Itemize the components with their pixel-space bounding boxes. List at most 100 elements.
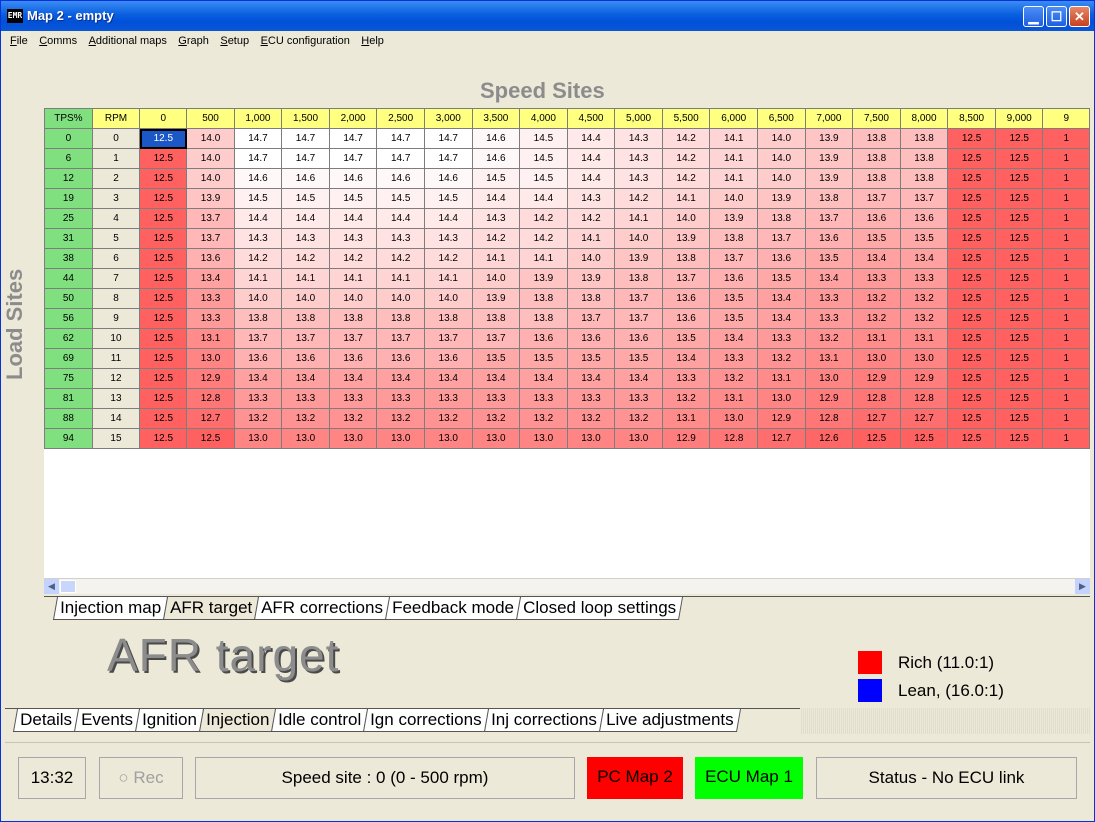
afr-cell[interactable]: 13.6 (233, 348, 283, 369)
main-tab-idle-control[interactable]: Idle control (270, 709, 369, 732)
afr-cell[interactable]: 14.0 (757, 168, 806, 189)
afr-cell[interactable]: 13.2 (471, 408, 521, 429)
afr-cell[interactable]: 12.5 (139, 288, 188, 309)
main-tab-ignition[interactable]: Ignition (134, 709, 204, 732)
afr-cell[interactable]: 13.2 (566, 408, 616, 429)
horizontal-scrollbar[interactable]: ◀ ▶ (44, 578, 1090, 594)
load-site-rpm[interactable]: 10 (91, 328, 141, 349)
afr-cell[interactable]: 14.4 (566, 168, 616, 189)
afr-cell[interactable]: 13.2 (757, 348, 806, 369)
afr-cell[interactable]: 12.5 (947, 408, 996, 429)
afr-cell[interactable]: 13.4 (757, 308, 806, 329)
afr-cell[interactable]: 13.8 (566, 288, 616, 309)
afr-cell[interactable]: 14.4 (281, 208, 330, 229)
afr-cell[interactable]: 14.2 (661, 148, 711, 169)
afr-cell[interactable]: 14.7 (328, 148, 378, 169)
afr-cell[interactable]: 14.2 (281, 248, 330, 269)
afr-cell[interactable]: 12.8 (804, 408, 854, 429)
afr-cell[interactable]: 13.8 (519, 308, 568, 329)
maximize-button[interactable]: ☐ (1046, 6, 1067, 27)
afr-cell[interactable]: 13.9 (566, 268, 616, 289)
speed-site-header[interactable]: 6,500 (757, 108, 806, 129)
afr-cell[interactable]: 14.7 (281, 128, 330, 149)
afr-cell[interactable]: 13.0 (757, 388, 806, 409)
afr-cell[interactable]: 14.1 (709, 148, 759, 169)
afr-cell[interactable]: 14.0 (614, 228, 663, 249)
afr-cell[interactable]: 12.7 (757, 428, 806, 449)
afr-cell[interactable]: 14.1 (471, 248, 521, 269)
afr-cell[interactable]: 14.2 (519, 228, 568, 249)
afr-cell[interactable]: 13.4 (423, 368, 473, 389)
afr-cell[interactable]: 14.2 (376, 248, 425, 269)
afr-cell[interactable]: 14.6 (233, 168, 283, 189)
afr-cell[interactable]: 13.8 (614, 268, 663, 289)
afr-cell[interactable]: 13.5 (661, 328, 711, 349)
afr-cell[interactable]: 14.0 (186, 168, 235, 189)
main-tab-events[interactable]: Events (73, 709, 141, 732)
afr-cell[interactable]: 1 (1042, 328, 1090, 349)
speed-site-header[interactable]: 5,500 (661, 108, 711, 129)
afr-cell[interactable]: 12.5 (947, 148, 996, 169)
afr-cell[interactable]: 13.9 (804, 148, 854, 169)
speed-site-header[interactable]: 8,000 (899, 108, 949, 129)
afr-cell[interactable]: 13.6 (709, 268, 759, 289)
afr-cell[interactable]: 13.2 (661, 388, 711, 409)
afr-cell[interactable]: 14.5 (376, 188, 425, 209)
afr-cell[interactable]: 13.2 (233, 408, 283, 429)
afr-cell[interactable]: 13.4 (852, 248, 901, 269)
afr-cell[interactable]: 13.2 (804, 328, 854, 349)
load-site-rpm[interactable]: 11 (91, 348, 141, 369)
afr-cell[interactable]: 14.1 (376, 268, 425, 289)
afr-cell[interactable]: 12.5 (994, 148, 1044, 169)
afr-cell[interactable]: 12.5 (139, 328, 188, 349)
afr-cell[interactable]: 14.0 (566, 248, 616, 269)
afr-cell[interactable]: 13.7 (757, 228, 806, 249)
afr-cell[interactable]: 14.4 (566, 128, 616, 149)
afr-cell[interactable]: 13.3 (804, 308, 854, 329)
afr-cell[interactable]: 13.5 (804, 248, 854, 269)
load-site-rpm[interactable]: 2 (91, 168, 141, 189)
afr-cell[interactable]: 14.5 (519, 128, 568, 149)
afr-cell[interactable]: 13.2 (709, 368, 759, 389)
load-site-rpm[interactable]: 1 (91, 148, 141, 169)
afr-cell[interactable]: 13.4 (757, 288, 806, 309)
speed-site-header[interactable]: 7,500 (852, 108, 901, 129)
afr-cell[interactable]: 13.8 (757, 208, 806, 229)
afr-cell[interactable]: 14.0 (186, 128, 235, 149)
afr-cell[interactable]: 14.6 (423, 168, 473, 189)
afr-cell[interactable]: 13.8 (804, 188, 854, 209)
load-site-tps[interactable]: 88 (44, 408, 93, 429)
afr-cell[interactable]: 14.5 (281, 188, 330, 209)
afr-cell[interactable]: 12.5 (947, 168, 996, 189)
speed-site-header[interactable]: 9 (1042, 108, 1090, 129)
map-tab-feedback-mode[interactable]: Feedback mode (384, 597, 521, 620)
load-site-tps[interactable]: 19 (44, 188, 93, 209)
afr-cell[interactable]: 14.6 (376, 168, 425, 189)
afr-cell[interactable]: 12.5 (947, 328, 996, 349)
map-tab-afr-target[interactable]: AFR target (162, 597, 260, 620)
afr-cell[interactable]: 13.4 (471, 368, 521, 389)
afr-cell[interactable]: 14.1 (519, 248, 568, 269)
speed-site-header[interactable]: 3,500 (471, 108, 521, 129)
scroll-left-icon[interactable]: ◀ (44, 579, 59, 594)
load-site-tps[interactable]: 81 (44, 388, 93, 409)
afr-cell[interactable]: 14.4 (328, 208, 378, 229)
afr-cell[interactable]: 12.7 (186, 408, 235, 429)
afr-cell[interactable]: 12.5 (139, 168, 188, 189)
afr-cell[interactable]: 13.0 (614, 428, 663, 449)
afr-cell[interactable]: 13.0 (233, 428, 283, 449)
afr-cell[interactable]: 14.0 (281, 288, 330, 309)
afr-cell[interactable]: 14.6 (471, 148, 521, 169)
afr-cell[interactable]: 12.5 (994, 288, 1044, 309)
afr-cell[interactable]: 12.5 (947, 368, 996, 389)
afr-cell[interactable]: 13.0 (376, 428, 425, 449)
afr-cell[interactable]: 13.8 (899, 148, 949, 169)
afr-cell[interactable]: 14.2 (519, 208, 568, 229)
map-tab-afr-corrections[interactable]: AFR corrections (253, 597, 390, 620)
afr-cell[interactable]: 13.7 (852, 188, 901, 209)
afr-cell[interactable]: 13.6 (423, 348, 473, 369)
afr-cell[interactable]: 14.0 (757, 128, 806, 149)
afr-cell[interactable]: 13.5 (566, 348, 616, 369)
afr-cell[interactable]: 12.5 (994, 368, 1044, 389)
afr-cell[interactable]: 12.5 (947, 288, 996, 309)
